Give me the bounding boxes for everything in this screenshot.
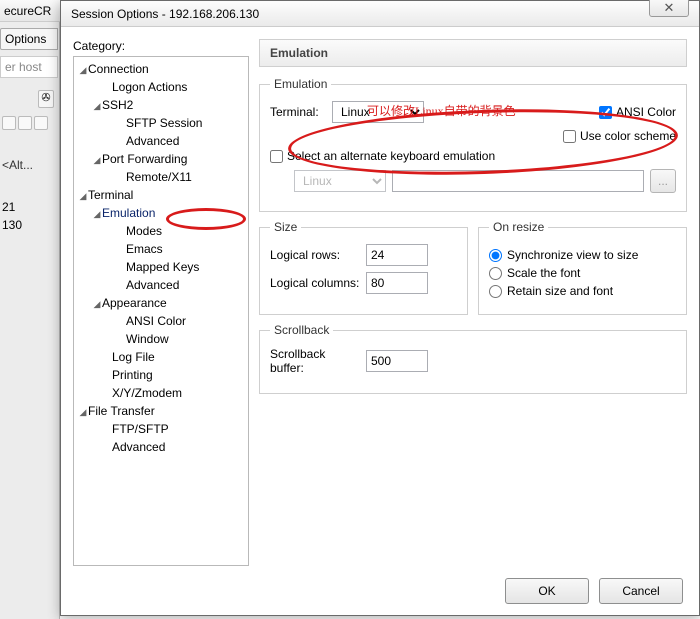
bg-text-130: 130 — [2, 218, 22, 232]
tree-advanced[interactable]: Advanced — [126, 134, 179, 148]
size-group: Size Logical rows: Logical columns: — [259, 220, 468, 315]
session-options-dialog: Session Options - 192.168.206.130 ✕ Cate… — [60, 0, 700, 616]
resize-retain-radio[interactable]: Retain size and font — [489, 284, 676, 298]
tree-modes[interactable]: Modes — [126, 224, 162, 238]
tree-port-forwarding[interactable]: Port Forwarding — [102, 152, 187, 166]
bg-toolbar — [2, 116, 52, 136]
tree-log-file[interactable]: Log File — [112, 350, 155, 364]
tree-xyzmodem[interactable]: X/Y/Zmodem — [112, 386, 182, 400]
toolbar-btn[interactable] — [34, 116, 48, 130]
toolbar-btn[interactable] — [2, 116, 16, 130]
resize-legend: On resize — [489, 220, 548, 234]
use-color-scheme-checkbox[interactable]: Use color scheme — [563, 129, 676, 143]
tree-printing[interactable]: Printing — [112, 368, 153, 382]
rows-label: Logical rows: — [270, 248, 360, 262]
tree-ftp-sftp[interactable]: FTP/SFTP — [112, 422, 169, 436]
size-legend: Size — [270, 220, 301, 234]
cancel-button[interactable]: Cancel — [599, 578, 683, 604]
button-bar: OK Cancel — [61, 569, 699, 613]
ansi-color-checkbox[interactable]: ANSI Color — [599, 105, 676, 119]
dialog-title: Session Options - 192.168.206.130 — [71, 7, 259, 21]
tree-emacs[interactable]: Emacs — [126, 242, 163, 256]
tree-advanced[interactable]: Advanced — [126, 278, 179, 292]
terminal-label: Terminal: — [270, 105, 326, 119]
close-button[interactable]: ✕ — [649, 0, 689, 17]
tree-terminal[interactable]: Terminal — [88, 188, 133, 202]
emulation-group: Emulation Terminal: Linux ANSI Color Use… — [259, 77, 687, 212]
host-field[interactable]: er host — [0, 56, 58, 78]
on-resize-group: On resize Synchronize view to size Scale… — [478, 220, 687, 315]
tree-mapped-keys[interactable]: Mapped Keys — [126, 260, 199, 274]
category-label: Category: — [73, 39, 249, 53]
options-tab[interactable]: Options — [0, 28, 58, 50]
logical-columns-input[interactable] — [366, 272, 428, 294]
scrollback-input[interactable] — [366, 350, 428, 372]
tree-ssh2[interactable]: SSH2 — [102, 98, 133, 112]
scrollback-legend: Scrollback — [270, 323, 333, 337]
tree-remote-x11[interactable]: Remote/X11 — [126, 170, 192, 184]
tree-emulation[interactable]: Emulation — [102, 206, 155, 220]
browse-button: ... — [650, 169, 676, 193]
tree-connection[interactable]: Connection — [88, 62, 149, 76]
scrollback-group: Scrollback Scrollback buffer: — [259, 323, 687, 394]
app-title: ecureCR — [0, 0, 60, 22]
tree-appearance[interactable]: Appearance — [102, 296, 167, 310]
alt-keyboard-input[interactable] — [270, 150, 283, 163]
tree-window[interactable]: Window — [126, 332, 169, 346]
bg-text-21: 21 — [2, 200, 15, 214]
annotation-text: 可以修改Linux自带的背景色 — [367, 102, 516, 119]
ansi-color-input[interactable] — [599, 106, 612, 119]
panel-header: Emulation — [259, 39, 687, 67]
background-app: ecureCR Options er host ✇ <Alt... 21 130 — [0, 0, 60, 619]
cols-label: Logical columns: — [270, 276, 360, 290]
tree-file-transfer[interactable]: File Transfer — [88, 404, 155, 418]
emulation-legend: Emulation — [270, 77, 331, 91]
dialog-titlebar[interactable]: Session Options - 192.168.206.130 ✕ — [61, 1, 699, 27]
tree-advanced[interactable]: Advanced — [112, 440, 165, 454]
logical-rows-input[interactable] — [366, 244, 428, 266]
scrollback-label: Scrollback buffer: — [270, 347, 360, 375]
resize-scale-radio[interactable]: Scale the font — [489, 266, 676, 280]
tree-logon-actions[interactable]: Logon Actions — [112, 80, 187, 94]
tree-ansi-color[interactable]: ANSI Color — [126, 314, 186, 328]
alt-keyboard-path — [392, 170, 644, 192]
ok-button[interactable]: OK — [505, 578, 589, 604]
category-tree[interactable]: ◢Connection ▸Logon Actions ◢SSH2 ▸SFTP S… — [73, 56, 249, 566]
use-color-scheme-input[interactable] — [563, 130, 576, 143]
toolbar-btn[interactable] — [18, 116, 32, 130]
alt-keyboard-checkbox[interactable]: Select an alternate keyboard emulation — [270, 149, 495, 163]
resize-sync-radio[interactable]: Synchronize view to size — [489, 248, 676, 262]
alt-keyboard-select: Linux — [294, 170, 386, 192]
tree-sftp-session[interactable]: SFTP Session — [126, 116, 202, 130]
pin-icon[interactable]: ✇ — [38, 90, 54, 108]
tab-alt[interactable]: <Alt... — [2, 158, 33, 172]
